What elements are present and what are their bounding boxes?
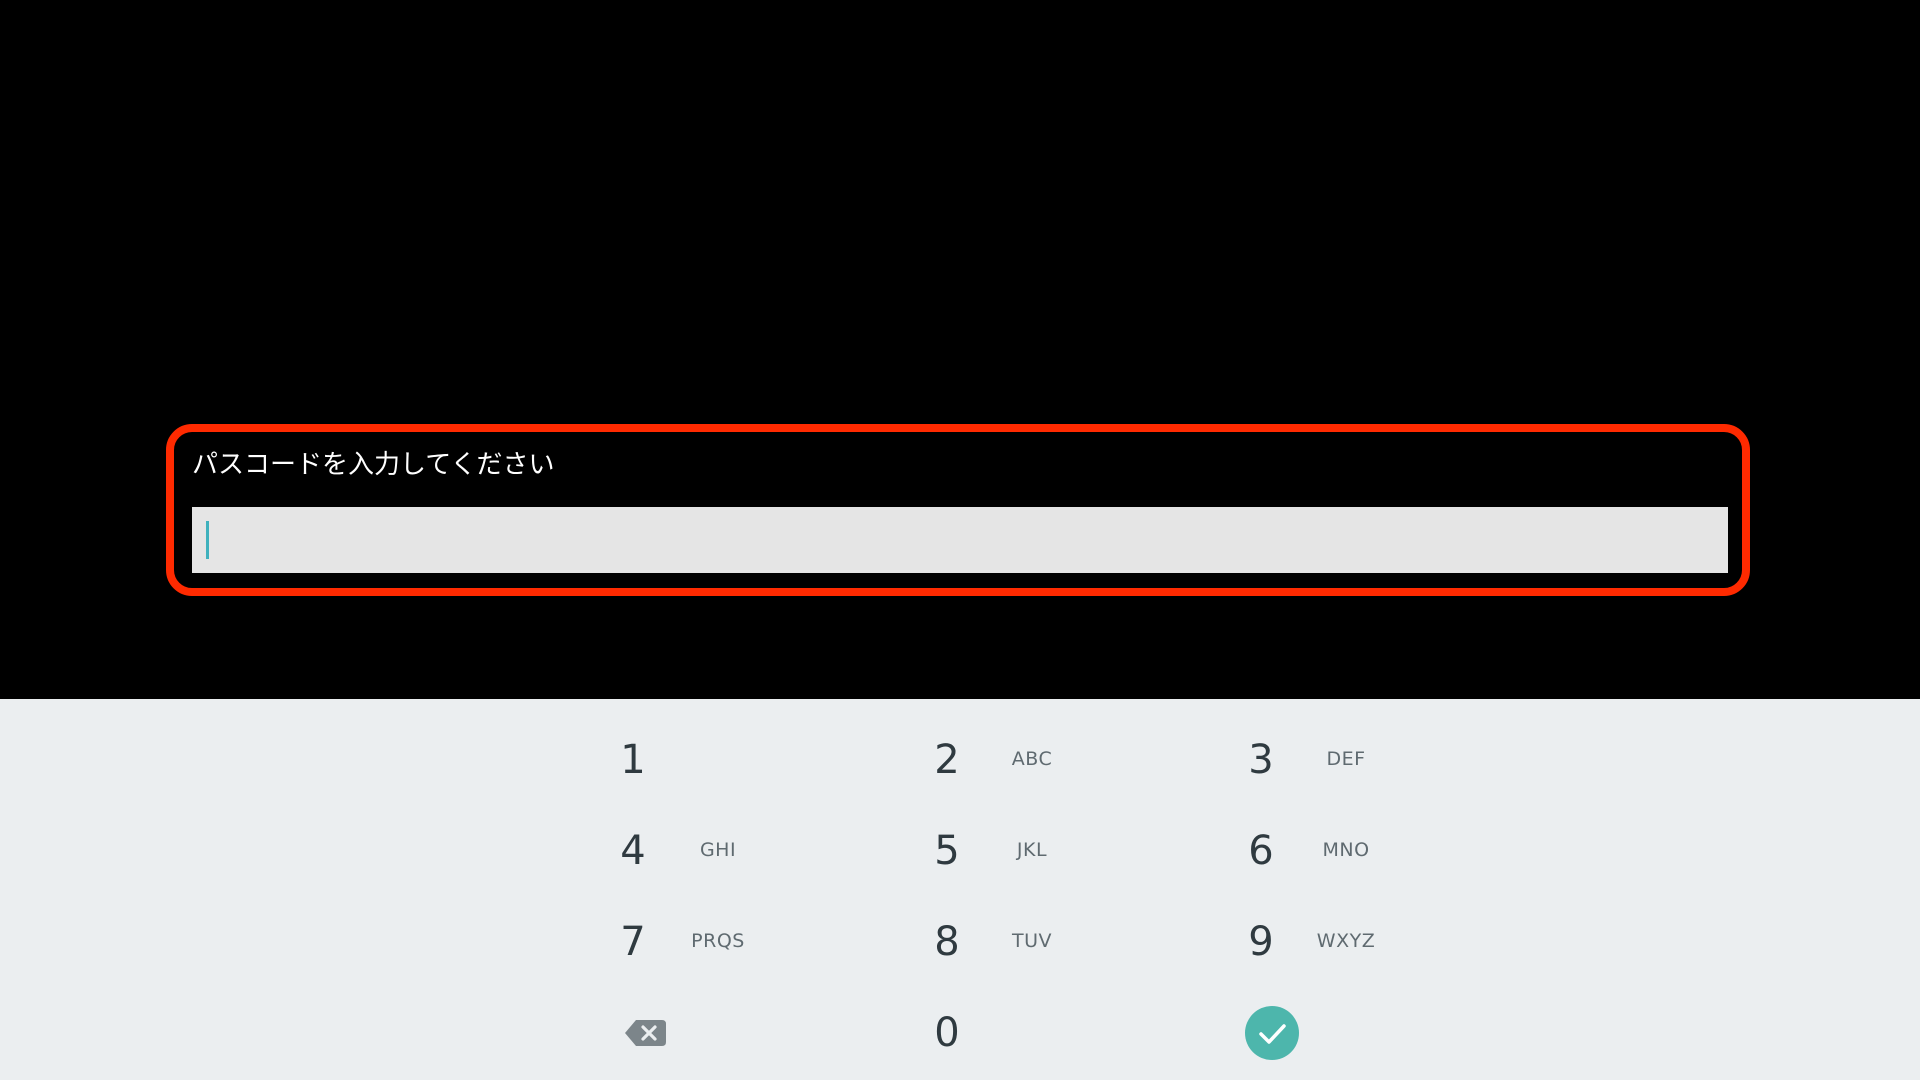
key-letters: PRQS (691, 930, 745, 952)
key-3[interactable]: 3 DEF (1236, 722, 1436, 798)
key-4[interactable]: 4 GHI (608, 813, 808, 889)
key-digit: 7 (620, 919, 646, 965)
key-digit: 6 (1248, 828, 1274, 874)
backspace-icon (625, 1020, 666, 1046)
passcode-input[interactable] (192, 507, 1728, 573)
key-letters: WXYZ (1316, 930, 1376, 952)
key-letters: MNO (1322, 839, 1370, 861)
key-letters: JKL (1016, 839, 1048, 861)
key-digit: 2 (934, 737, 960, 783)
key-0[interactable]: 0 (922, 995, 1122, 1071)
key-digit: 1 (620, 737, 646, 783)
backspace-button[interactable] (622, 1016, 668, 1050)
key-letters: DEF (1326, 748, 1366, 770)
key-9[interactable]: 9 WXYZ (1236, 904, 1436, 980)
key-letters: GHI (699, 839, 737, 861)
key-1[interactable]: 1 (608, 722, 808, 798)
key-digit: 3 (1248, 737, 1274, 783)
key-6[interactable]: 6 MNO (1236, 813, 1436, 889)
key-letters: TUV (1011, 930, 1052, 952)
text-cursor (206, 521, 209, 559)
key-2[interactable]: 2 ABC (922, 722, 1122, 798)
key-digit: 0 (934, 1010, 960, 1056)
passcode-prompt-label: パスコードを入力してください (192, 450, 555, 480)
checkmark-icon (1245, 1006, 1299, 1060)
key-digit: 4 (620, 828, 646, 874)
key-digit: 8 (934, 919, 960, 965)
key-digit: 5 (934, 828, 960, 874)
passcode-screen: パスコードを入力してください 1 2 ABC 3 DEF 4 GHI 5 JKL (0, 0, 1920, 1080)
numeric-keypad: 1 2 ABC 3 DEF 4 GHI 5 JKL 6 MNO 7 PRQS 8… (0, 699, 1920, 1080)
key-letters: ABC (1011, 748, 1053, 770)
key-5[interactable]: 5 JKL (922, 813, 1122, 889)
key-digit: 9 (1248, 919, 1274, 965)
key-8[interactable]: 8 TUV (922, 904, 1122, 980)
confirm-button[interactable] (1245, 1006, 1299, 1060)
key-7[interactable]: 7 PRQS (608, 904, 808, 980)
